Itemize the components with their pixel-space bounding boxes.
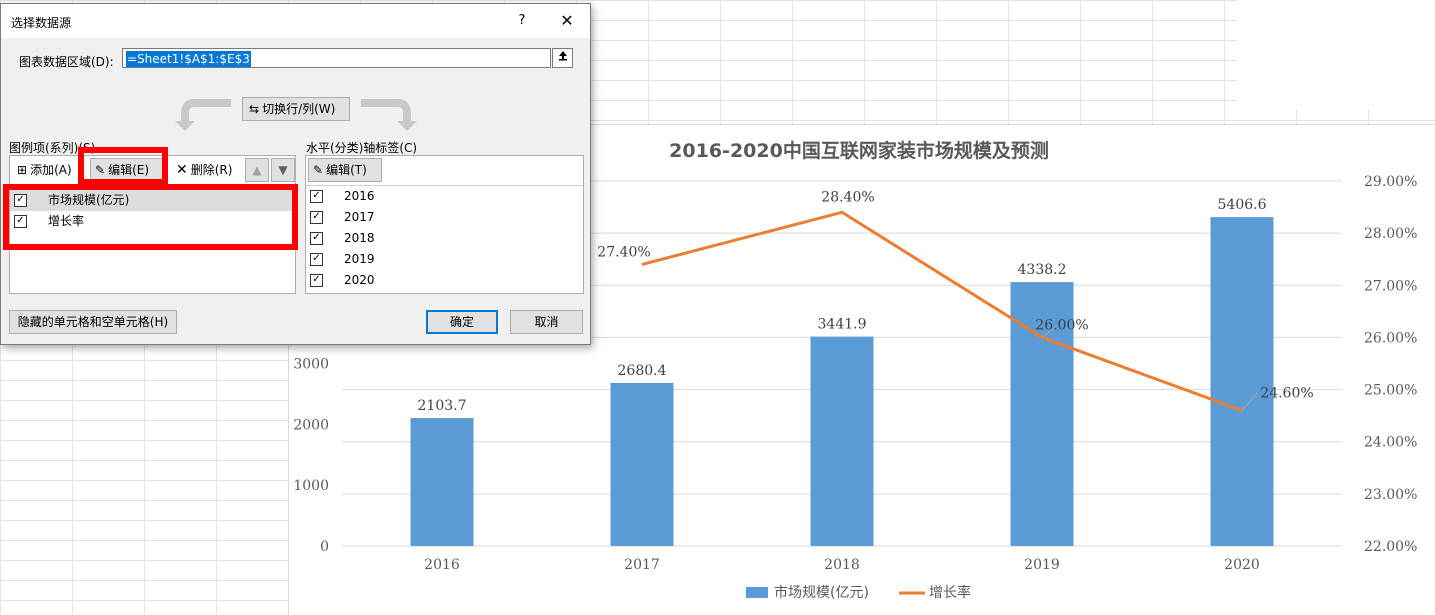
y-left-tick-label: 3000	[293, 357, 329, 373]
category-label: 2018	[344, 231, 375, 245]
x-tick-label: 2020	[1224, 557, 1260, 573]
bar-data-label: 4338.2	[1018, 262, 1067, 278]
category-label: 2020	[344, 273, 375, 287]
series-checkbox-growth-rate[interactable]: ✓	[14, 215, 27, 228]
bar-data-label: 5406.6	[1218, 197, 1267, 213]
edit-series-label: 编辑(E)	[108, 163, 150, 177]
x-tick-label: 2019	[1024, 557, 1060, 573]
add-series-button[interactable]: ⊞ 添加(A)	[12, 158, 84, 182]
legend-label-line: 增长率	[929, 584, 971, 601]
switch-row-column-icon: ⇆	[249, 102, 260, 116]
x-tick-label: 2016	[424, 557, 460, 573]
edit-category-button[interactable]: ✎ 编辑(T)	[308, 158, 382, 182]
collapse-dialog-button[interactable]	[552, 48, 573, 68]
series-item-market-size[interactable]: ✓ 市场规模(亿元)	[10, 190, 295, 211]
add-series-icon: ⊞	[17, 163, 28, 177]
y-right-tick-label: 22.00%	[1364, 539, 1417, 555]
cancel-button[interactable]: 取消	[510, 310, 583, 334]
delete-series-icon: ✕	[176, 162, 188, 178]
move-up-button[interactable]: ▲	[245, 158, 269, 182]
y-left-tick-label: 1000	[293, 478, 329, 494]
y-right-tick-label: 24.00%	[1364, 435, 1417, 451]
line-data-label: 28.40%	[821, 189, 874, 205]
y-right-tick-label: 23.00%	[1364, 487, 1417, 503]
line-data-label: 24.60%	[1260, 385, 1313, 401]
select-data-source-dialog: 选择数据源 ? ✕ 图表数据区域(D): =Sheet1!$A$1:$E$3 ⇆…	[0, 3, 591, 345]
chart-data-range-value: =Sheet1!$A$1:$E$3	[126, 51, 251, 67]
line-data-label: 27.40%	[597, 244, 650, 260]
bar	[610, 382, 674, 546]
edit-series-button[interactable]: ✎ 编辑(E)	[90, 158, 164, 182]
legend-series-label: 图例项(系列)(S)	[9, 141, 96, 155]
bar-data-label: 2680.4	[618, 363, 667, 379]
edit-category-label: 编辑(T)	[326, 163, 367, 177]
delete-series-button[interactable]: ✕ 删除(R)	[171, 158, 241, 182]
y-right-tick-label: 29.00%	[1364, 174, 1417, 190]
growth-rate-line	[641, 210, 1243, 412]
y-right-tick-label: 27.00%	[1364, 278, 1417, 294]
x-tick-label: 2017	[624, 557, 660, 573]
category-checkbox[interactable]: ✓	[310, 232, 323, 245]
bar	[1210, 217, 1274, 546]
category-checkbox[interactable]: ✓	[310, 253, 323, 266]
category-item[interactable]: ✓ 2017	[306, 207, 583, 228]
sheet-blank-area	[1237, 0, 1435, 110]
category-label: 2016	[344, 189, 375, 203]
y-right-tick-label: 26.00%	[1364, 330, 1417, 346]
category-item[interactable]: ✓ 2018	[306, 228, 583, 249]
category-checkbox[interactable]: ✓	[310, 190, 323, 203]
switch-right-arrow-icon	[361, 99, 417, 131]
bar-data-label: 2103.7	[418, 398, 467, 414]
series-toolbar-divider	[10, 185, 295, 186]
category-item[interactable]: ✓ 2019	[306, 249, 583, 270]
help-button[interactable]: ?	[511, 10, 533, 32]
category-checkbox[interactable]: ✓	[310, 274, 323, 287]
category-item[interactable]: ✓ 2020	[306, 270, 583, 291]
chart-data-range-label: 图表数据区域(D):	[19, 55, 114, 69]
line-data-label: 26.00%	[1035, 317, 1088, 333]
collapse-arrow-icon	[558, 51, 567, 61]
ok-button[interactable]: 确定	[426, 310, 498, 334]
series-item-growth-rate[interactable]: ✓ 增长率	[10, 211, 295, 232]
edit-series-icon: ✎	[95, 163, 106, 177]
category-label: 2019	[344, 252, 375, 266]
category-item[interactable]: ✓ 2016	[306, 186, 583, 207]
axis-labels-label: 水平(分类)轴标签(C)	[306, 141, 418, 155]
move-up-icon: ▲	[252, 163, 262, 177]
switch-left-arrow-icon	[175, 99, 231, 131]
move-down-icon: ▼	[278, 163, 288, 177]
close-icon[interactable]: ✕	[555, 10, 579, 32]
dialog-titlebar[interactable]: 选择数据源 ? ✕	[1, 4, 590, 38]
bar	[810, 336, 874, 546]
bar	[410, 418, 474, 546]
y-right-tick-label: 28.00%	[1364, 226, 1417, 242]
series-checkbox-market-size[interactable]: ✓	[14, 194, 27, 207]
series-list-panel: ⊞ 添加(A) ✎ 编辑(E) ✕ 删除(R) ▲ ▼ ✓ 市场规模(亿元) ✓ 增长…	[9, 155, 296, 294]
category-checkbox[interactable]: ✓	[310, 211, 323, 224]
series-label-growth-rate: 增长率	[48, 214, 85, 228]
edit-category-icon: ✎	[313, 163, 324, 177]
series-label-market-size: 市场规模(亿元)	[48, 193, 130, 207]
y-left-tick-label: 2000	[293, 417, 329, 433]
add-series-label: 添加(A)	[30, 163, 72, 177]
legend-swatch-bar	[746, 587, 768, 598]
bar-data-label: 3441.9	[818, 317, 867, 333]
y-left-tick-label: 0	[320, 539, 329, 555]
delete-series-label: 删除(R)	[190, 163, 233, 177]
y-right-tick-label: 25.00%	[1364, 383, 1417, 399]
hidden-empty-cells-button[interactable]: 隐藏的单元格和空单元格(H)	[9, 310, 177, 334]
switch-row-column-label: 切换行/列(W)	[262, 102, 336, 116]
legend-label-bar: 市场规模(亿元)	[774, 584, 869, 601]
category-list-panel: ✎ 编辑(T) ✓ 2016 ✓ 2017 ✓ 2018 ✓ 2019 ✓ 202…	[305, 155, 584, 294]
category-label: 2017	[344, 210, 375, 224]
x-tick-label: 2018	[824, 557, 860, 573]
move-down-button[interactable]: ▼	[271, 158, 295, 182]
switch-row-column-button[interactable]: ⇆ 切换行/列(W)	[242, 97, 350, 121]
chart-title: 2016-2020中国互联网家装市场规模及预测	[669, 139, 1049, 162]
dialog-title: 选择数据源	[11, 16, 72, 30]
chart-data-range-input[interactable]: =Sheet1!$A$1:$E$3	[122, 48, 551, 68]
